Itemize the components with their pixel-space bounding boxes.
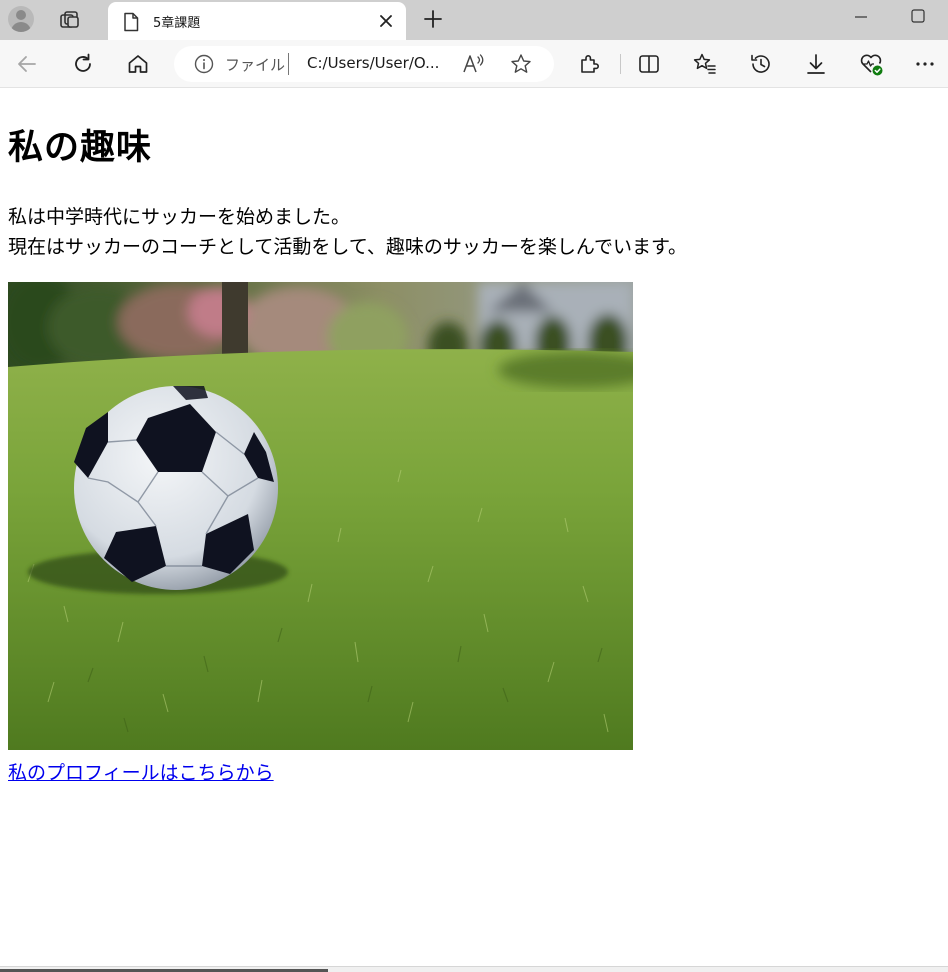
address-url[interactable]: C:/Users/User/O... bbox=[307, 54, 439, 72]
browser-toolbar: ファイル C:/Users/User/O... bbox=[0, 40, 948, 88]
download-icon[interactable] bbox=[803, 51, 829, 77]
home-icon[interactable] bbox=[125, 51, 151, 77]
close-icon[interactable] bbox=[376, 11, 396, 31]
favorites-icon[interactable] bbox=[692, 51, 718, 77]
page-paragraph: 私は中学時代にサッカーを始めました。 現在はサッカーのコーチとして活動をして、趣… bbox=[8, 202, 687, 262]
tab-actions-icon[interactable] bbox=[58, 8, 82, 32]
star-icon[interactable] bbox=[510, 53, 532, 75]
minimize-icon[interactable] bbox=[852, 8, 870, 26]
paragraph-line: 私は中学時代にサッカーを始めました。 bbox=[8, 206, 351, 228]
address-separator bbox=[288, 53, 289, 75]
address-bar[interactable]: ファイル C:/Users/User/O... bbox=[174, 46, 554, 82]
page-heading: 私の趣味 bbox=[8, 128, 153, 168]
tab-strip: 5章課題 bbox=[0, 0, 948, 40]
page-content: 私の趣味 私は中学時代にサッカーを始めました。 現在はサッカーのコーチとして活動… bbox=[0, 89, 948, 966]
tab-title: 5章課題 bbox=[153, 16, 201, 31]
address-scheme-label: ファイル bbox=[225, 56, 286, 74]
back-arrow-icon[interactable] bbox=[14, 51, 40, 77]
info-icon[interactable] bbox=[194, 54, 214, 74]
toolbar-divider bbox=[620, 54, 621, 74]
profile-link[interactable]: 私のプロフィールはこちらから bbox=[8, 758, 274, 785]
maximize-icon[interactable] bbox=[908, 6, 928, 26]
more-icon[interactable] bbox=[912, 51, 938, 77]
plus-icon[interactable] bbox=[420, 6, 446, 32]
history-icon[interactable] bbox=[748, 51, 774, 77]
soccer-ball-photo bbox=[8, 282, 633, 750]
refresh-icon[interactable] bbox=[70, 51, 96, 77]
split-screen-icon[interactable] bbox=[636, 51, 662, 77]
paragraph-line: 現在はサッカーのコーチとして活動をして、趣味のサッカーを楽しんでいます。 bbox=[8, 236, 688, 258]
tab-active[interactable]: 5章課題 bbox=[108, 2, 406, 40]
read-aloud-icon[interactable] bbox=[462, 53, 486, 75]
puzzle-icon[interactable] bbox=[576, 51, 602, 77]
browser-essentials-icon[interactable] bbox=[858, 51, 884, 77]
document-icon bbox=[124, 12, 139, 32]
profile-avatar-icon[interactable] bbox=[8, 6, 34, 32]
horizontal-scrollbar[interactable] bbox=[0, 966, 948, 972]
